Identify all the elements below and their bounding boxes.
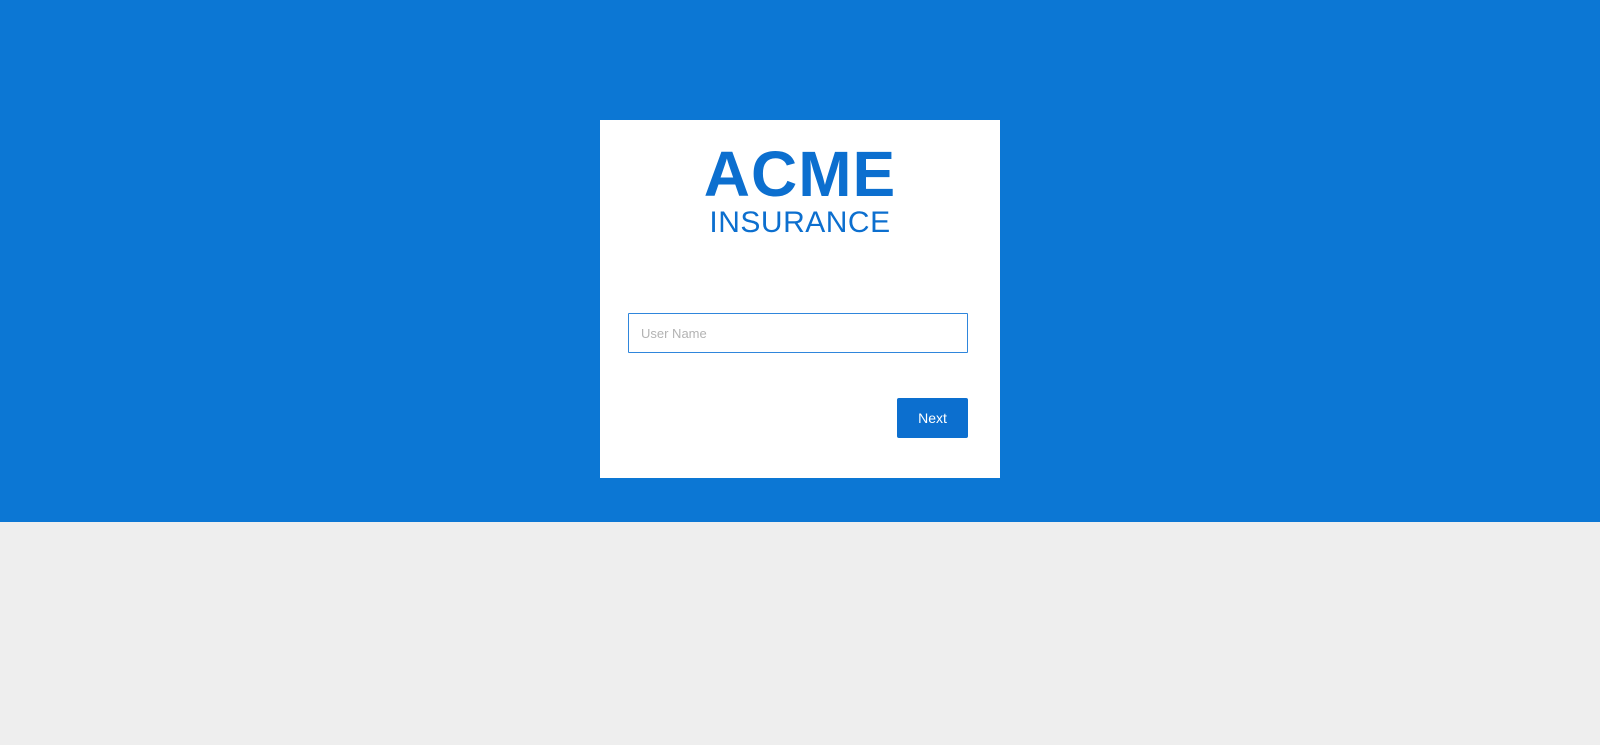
logo-brand-name: ACME: [703, 138, 897, 210]
login-card: ACME INSURANCE Next: [600, 120, 1000, 478]
next-button[interactable]: Next: [897, 398, 968, 438]
acme-insurance-logo: ACME INSURANCE: [600, 142, 1000, 238]
logo-tagline: INSURANCE: [709, 206, 891, 239]
username-input[interactable]: [628, 313, 968, 353]
